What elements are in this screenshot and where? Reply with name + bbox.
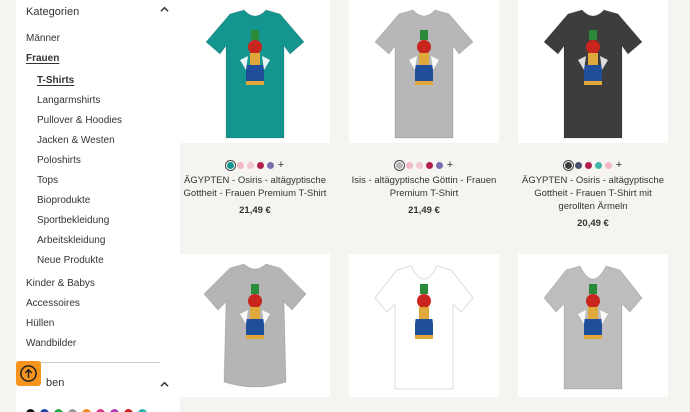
nav-item-tops[interactable]: Tops <box>37 175 58 186</box>
color-swatch[interactable] <box>267 161 275 169</box>
nav-item-neue-produkte[interactable]: Neue Produkte <box>37 255 104 266</box>
nav-item-tshirts[interactable]: T-Shirts <box>37 75 74 86</box>
arrow-up-circle-icon <box>20 365 37 382</box>
more-colors-icon[interactable]: + <box>278 159 284 171</box>
nav-item-poloshirts[interactable]: Poloshirts <box>37 155 81 166</box>
category-sidebar: Kategorien Männer Frauen T-Shirts Langar… <box>16 0 180 412</box>
color-swatches: + <box>349 160 499 171</box>
chevron-up-icon[interactable] <box>160 5 169 14</box>
product-price: 21,49 € <box>239 205 271 216</box>
nav-item-langarmshirts[interactable]: Langarmshirts <box>37 95 100 106</box>
product-price: 21,49 € <box>408 205 440 216</box>
color-swatch[interactable] <box>575 161 583 169</box>
tshirt-illustration <box>374 9 474 139</box>
tshirt-illustration <box>203 263 307 388</box>
color-filter-swatches <box>26 405 152 412</box>
product-image[interactable] <box>180 254 330 397</box>
nav-item-wandbilder[interactable]: Wandbilder <box>26 338 76 349</box>
scroll-to-top-button[interactable] <box>16 361 41 386</box>
product-image[interactable] <box>518 254 668 397</box>
color-swatch[interactable] <box>237 161 245 169</box>
color-swatches: + <box>518 160 668 171</box>
color-swatch[interactable] <box>227 161 235 169</box>
color-swatch[interactable] <box>565 161 573 169</box>
tshirt-illustration <box>543 265 643 390</box>
nav-item-arbeitskleidung[interactable]: Arbeitskleidung <box>37 235 105 246</box>
nav-item-kinder[interactable]: Kinder & Babys <box>26 278 95 289</box>
more-colors-icon[interactable]: + <box>616 159 622 171</box>
nav-item-huellen[interactable]: Hüllen <box>26 318 54 329</box>
color-swatch[interactable] <box>595 161 603 169</box>
color-swatch[interactable] <box>605 161 613 169</box>
more-colors-icon[interactable]: + <box>447 159 453 171</box>
product-image[interactable] <box>518 0 668 143</box>
product-price: 20,49 € <box>577 218 609 229</box>
product-title[interactable]: Isis - altägyptische Göttin - Frauen Pre… <box>349 174 499 200</box>
categories-title: Kategorien <box>26 6 80 18</box>
nav-item-jacken[interactable]: Jacken & Westen <box>37 135 115 146</box>
color-swatch[interactable] <box>416 161 424 169</box>
tshirt-illustration <box>543 9 643 139</box>
tshirt-illustration <box>374 265 474 390</box>
color-swatch[interactable] <box>247 161 255 169</box>
sidebar-divider <box>26 362 160 363</box>
product-image[interactable] <box>180 0 330 143</box>
product-image[interactable] <box>349 254 499 397</box>
product-title[interactable]: ÄGYPTEN - Osiris - altägyptische Gotthei… <box>180 174 330 200</box>
chevron-up-icon[interactable] <box>160 380 169 389</box>
tshirt-illustration <box>205 9 305 139</box>
color-swatch[interactable] <box>396 161 404 169</box>
nav-item-frauen[interactable]: Frauen <box>26 53 59 64</box>
nav-item-pullover[interactable]: Pullover & Hoodies <box>37 115 122 126</box>
nav-item-maenner[interactable]: Männer <box>26 33 60 44</box>
color-swatch[interactable] <box>406 161 414 169</box>
nav-item-sportbekleidung[interactable]: Sportbekleidung <box>37 215 109 226</box>
categories-header[interactable]: Kategorien <box>26 2 171 18</box>
nav-item-accessoires[interactable]: Accessoires <box>26 298 80 309</box>
product-title[interactable]: ÄGYPTEN - Osiris - altägyptische Gotthei… <box>518 174 668 213</box>
color-swatches: + <box>180 160 330 171</box>
colors-title: ben <box>46 377 65 389</box>
nav-item-bioprodukte[interactable]: Bioprodukte <box>37 195 90 206</box>
color-swatch[interactable] <box>436 161 444 169</box>
color-swatch[interactable] <box>585 161 593 169</box>
color-swatch[interactable] <box>257 161 265 169</box>
color-swatch[interactable] <box>426 161 434 169</box>
colors-header[interactable]: ben <box>26 377 171 393</box>
product-image[interactable] <box>349 0 499 143</box>
